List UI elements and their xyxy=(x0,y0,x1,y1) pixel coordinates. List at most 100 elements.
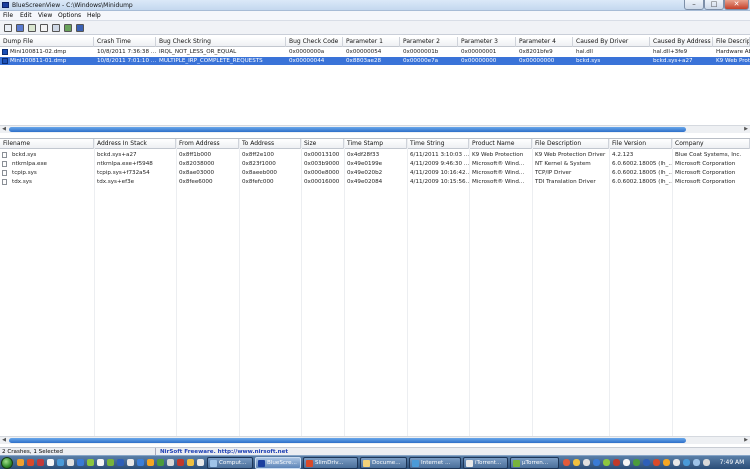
quick-launch-icon[interactable] xyxy=(77,459,84,466)
quick-launch-icon[interactable] xyxy=(27,459,34,466)
minimize-button[interactable]: – xyxy=(684,0,704,10)
tray-icon[interactable] xyxy=(583,459,590,466)
crash-row-selected[interactable]: Mini100811-01.dmp 10/8/2011 7:01:10 ... … xyxy=(0,57,750,65)
col-file-description[interactable]: File Descript xyxy=(713,37,750,47)
col-to-address[interactable]: To Address xyxy=(239,139,301,149)
quick-launch-icon[interactable] xyxy=(187,459,194,466)
scroll-right-arrow-icon[interactable]: ▶ xyxy=(742,437,750,444)
col-filename[interactable]: Filename xyxy=(0,139,94,149)
menu-edit[interactable]: Edit xyxy=(20,12,32,20)
cell-filename: bckd.sys xyxy=(12,152,37,158)
volume-icon[interactable] xyxy=(693,459,700,466)
scroll-left-arrow-icon[interactable]: ◀ xyxy=(0,126,8,133)
col-size[interactable]: Size xyxy=(301,139,344,149)
driver-row[interactable]: tdx.sys tdx.sys+ef3e 0x8fee6000 0x8fefc0… xyxy=(0,178,750,186)
quick-launch-icon[interactable] xyxy=(157,459,164,466)
col-file-description[interactable]: File Description xyxy=(532,139,609,149)
scrollbar-thumb[interactable] xyxy=(9,127,686,132)
save-icon[interactable] xyxy=(16,24,24,32)
crash-list-horizontal-scrollbar[interactable]: ◀ ▶ xyxy=(0,125,750,133)
network-icon[interactable] xyxy=(683,459,690,466)
quick-launch-icon[interactable] xyxy=(117,459,124,466)
taskbar-button-itorrent[interactable]: iTorrent... xyxy=(463,457,508,469)
taskbar-button-bluescreenview[interactable]: BlueScre... xyxy=(255,457,301,469)
tray-icon[interactable] xyxy=(563,459,570,466)
col-crash-time[interactable]: Crash Time xyxy=(94,37,156,47)
tray-icon[interactable] xyxy=(593,459,600,466)
quick-launch-icon[interactable] xyxy=(57,459,64,466)
col-product-name[interactable]: Product Name xyxy=(469,139,532,149)
quick-launch-icon[interactable] xyxy=(167,459,174,466)
col-caused-by-address[interactable]: Caused By Address xyxy=(650,37,713,47)
cell-time-string: 4/11/2009 10:15:56... xyxy=(410,179,469,185)
driver-list-horizontal-scrollbar[interactable]: ◀ ▶ xyxy=(0,436,750,444)
cell-address-in-stack: tdx.sys+ef3e xyxy=(97,179,135,185)
scroll-left-arrow-icon[interactable]: ◀ xyxy=(0,437,8,444)
col-dump-file[interactable]: Dump File xyxy=(0,37,94,47)
tray-icon[interactable] xyxy=(633,459,640,466)
col-parameter-4[interactable]: Parameter 4 xyxy=(516,37,573,47)
start-button[interactable] xyxy=(1,457,13,469)
quick-launch-icon[interactable] xyxy=(87,459,94,466)
taskbar-button-utorrent[interactable]: µTorren... xyxy=(510,457,559,469)
tray-icon[interactable] xyxy=(653,459,660,466)
quick-launch-icon[interactable] xyxy=(67,459,74,466)
col-time-string[interactable]: Time String xyxy=(407,139,469,149)
quick-launch-icon[interactable] xyxy=(137,459,144,466)
quick-launch-icon[interactable] xyxy=(17,459,24,466)
refresh-icon[interactable] xyxy=(52,24,60,32)
menu-file[interactable]: File xyxy=(3,12,13,20)
tray-icon[interactable] xyxy=(613,459,620,466)
quick-launch-icon[interactable] xyxy=(197,459,204,466)
quick-launch-icon[interactable] xyxy=(147,459,154,466)
tray-icon[interactable] xyxy=(573,459,580,466)
col-parameter-3[interactable]: Parameter 3 xyxy=(458,37,516,47)
scrollbar-thumb[interactable] xyxy=(9,438,686,443)
driver-row[interactable]: tcpip.sys tcpip.sys+f732a54 0x8ae03000 0… xyxy=(0,169,750,177)
col-bug-check-code[interactable]: Bug Check Code xyxy=(286,37,343,47)
maximize-button[interactable]: □ xyxy=(704,0,724,10)
col-time-stamp[interactable]: Time Stamp xyxy=(344,139,407,149)
grid-line xyxy=(344,139,345,436)
quick-launch-icon[interactable] xyxy=(177,459,184,466)
driver-row[interactable]: ntkrnlpa.exe ntkrnlpa.exe+f5948 0x820380… xyxy=(0,160,750,168)
quick-launch-icon[interactable] xyxy=(47,459,54,466)
col-address-in-stack[interactable]: Address In Stack xyxy=(94,139,176,149)
quick-launch-icon[interactable] xyxy=(107,459,114,466)
col-bug-check-string[interactable]: Bug Check String xyxy=(156,37,286,47)
tray-icon[interactable] xyxy=(703,459,710,466)
close-button[interactable]: ✕ xyxy=(724,0,749,10)
col-company[interactable]: Company xyxy=(672,139,750,149)
col-caused-by-driver[interactable]: Caused By Driver xyxy=(573,37,650,47)
driver-file-icon xyxy=(2,179,7,185)
tray-icon[interactable] xyxy=(673,459,680,466)
driver-row[interactable]: bckd.sys bckd.sys+a27 0x8ff1b000 0x8ff2e… xyxy=(0,151,750,159)
col-file-version[interactable]: File Version xyxy=(609,139,672,149)
copy-icon[interactable] xyxy=(40,24,48,32)
taskbar-clock[interactable]: 7:49 AM xyxy=(715,458,749,467)
menu-view[interactable]: View xyxy=(38,12,52,20)
quick-launch-icon[interactable] xyxy=(127,459,134,466)
tray-icon[interactable] xyxy=(643,459,650,466)
scroll-right-arrow-icon[interactable]: ▶ xyxy=(742,126,750,133)
menu-options[interactable]: Options xyxy=(58,12,81,20)
menu-help[interactable]: Help xyxy=(87,12,101,20)
col-from-address[interactable]: From Address xyxy=(176,139,239,149)
col-parameter-2[interactable]: Parameter 2 xyxy=(400,37,458,47)
exit-icon[interactable] xyxy=(76,24,84,32)
quick-launch-icon[interactable] xyxy=(37,459,44,466)
col-parameter-1[interactable]: Parameter 1 xyxy=(343,37,400,47)
taskbar-button-computer[interactable]: Comput... xyxy=(207,457,253,469)
find-icon[interactable] xyxy=(64,24,72,32)
properties-icon[interactable] xyxy=(4,24,12,32)
tray-icon[interactable] xyxy=(663,459,670,466)
grid-line xyxy=(301,139,302,436)
taskbar-button-slimdrivers[interactable]: SlimDriv... xyxy=(303,457,358,469)
html-report-icon[interactable] xyxy=(28,24,36,32)
taskbar-button-documents[interactable]: Docume... xyxy=(360,457,407,469)
taskbar-button-internet-explorer[interactable]: Internet ... xyxy=(409,457,461,469)
quick-launch-icon[interactable] xyxy=(97,459,104,466)
crash-row[interactable]: Mini100811-02.dmp 10/8/2011 7:36:38 ... … xyxy=(0,48,750,56)
tray-icon[interactable] xyxy=(623,459,630,466)
tray-icon[interactable] xyxy=(603,459,610,466)
